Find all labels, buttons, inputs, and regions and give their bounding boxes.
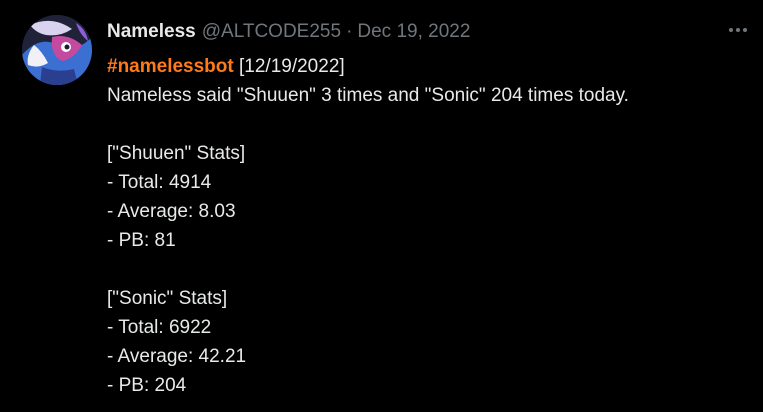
tweet-line: - Total: 6922: [107, 317, 212, 338]
more-horizontal-icon: [729, 28, 733, 32]
tweet-card[interactable]: Nameless @ALTCODE255 · Dec 19, 2022 #nam…: [0, 0, 763, 412]
tweet-date[interactable]: Dec 19, 2022: [357, 20, 470, 44]
tweet-line: - PB: 204: [107, 375, 187, 396]
tweet-header: Nameless @ALTCODE255 · Dec 19, 2022: [107, 20, 727, 44]
date-tag: [12/19/2022]: [239, 56, 345, 77]
tweet-line: ["Shuuen" Stats]: [107, 143, 246, 164]
more-horizontal-icon-dot: [736, 28, 740, 32]
author-display-name[interactable]: Nameless: [107, 20, 196, 44]
author-handle[interactable]: @ALTCODE255: [202, 20, 341, 44]
hashtag-link[interactable]: #namelessbot: [107, 56, 234, 77]
tweet-first-line: #namelessbot [12/19/2022]: [107, 52, 727, 81]
tweet-line: ["Sonic" Stats]: [107, 288, 228, 309]
more-horizontal-icon-dot: [743, 28, 747, 32]
tweet-line: - PB: 81: [107, 230, 176, 251]
tweet-line: Nameless said "Shuuen" 3 times and "Soni…: [107, 85, 629, 106]
tweet-line: - Average: 8.03: [107, 201, 236, 222]
tweet-content: Nameless @ALTCODE255 · Dec 19, 2022 #nam…: [107, 20, 727, 400]
separator: ·: [346, 21, 353, 42]
more-options-button[interactable]: [725, 20, 751, 40]
avatar[interactable]: [22, 15, 92, 85]
avatar-image: [22, 15, 92, 85]
tweet-line: - Total: 4914: [107, 172, 212, 193]
tweet-line: - Average: 42.21: [107, 346, 247, 367]
tweet-text: #namelessbot [12/19/2022] Nameless said …: [107, 52, 727, 400]
